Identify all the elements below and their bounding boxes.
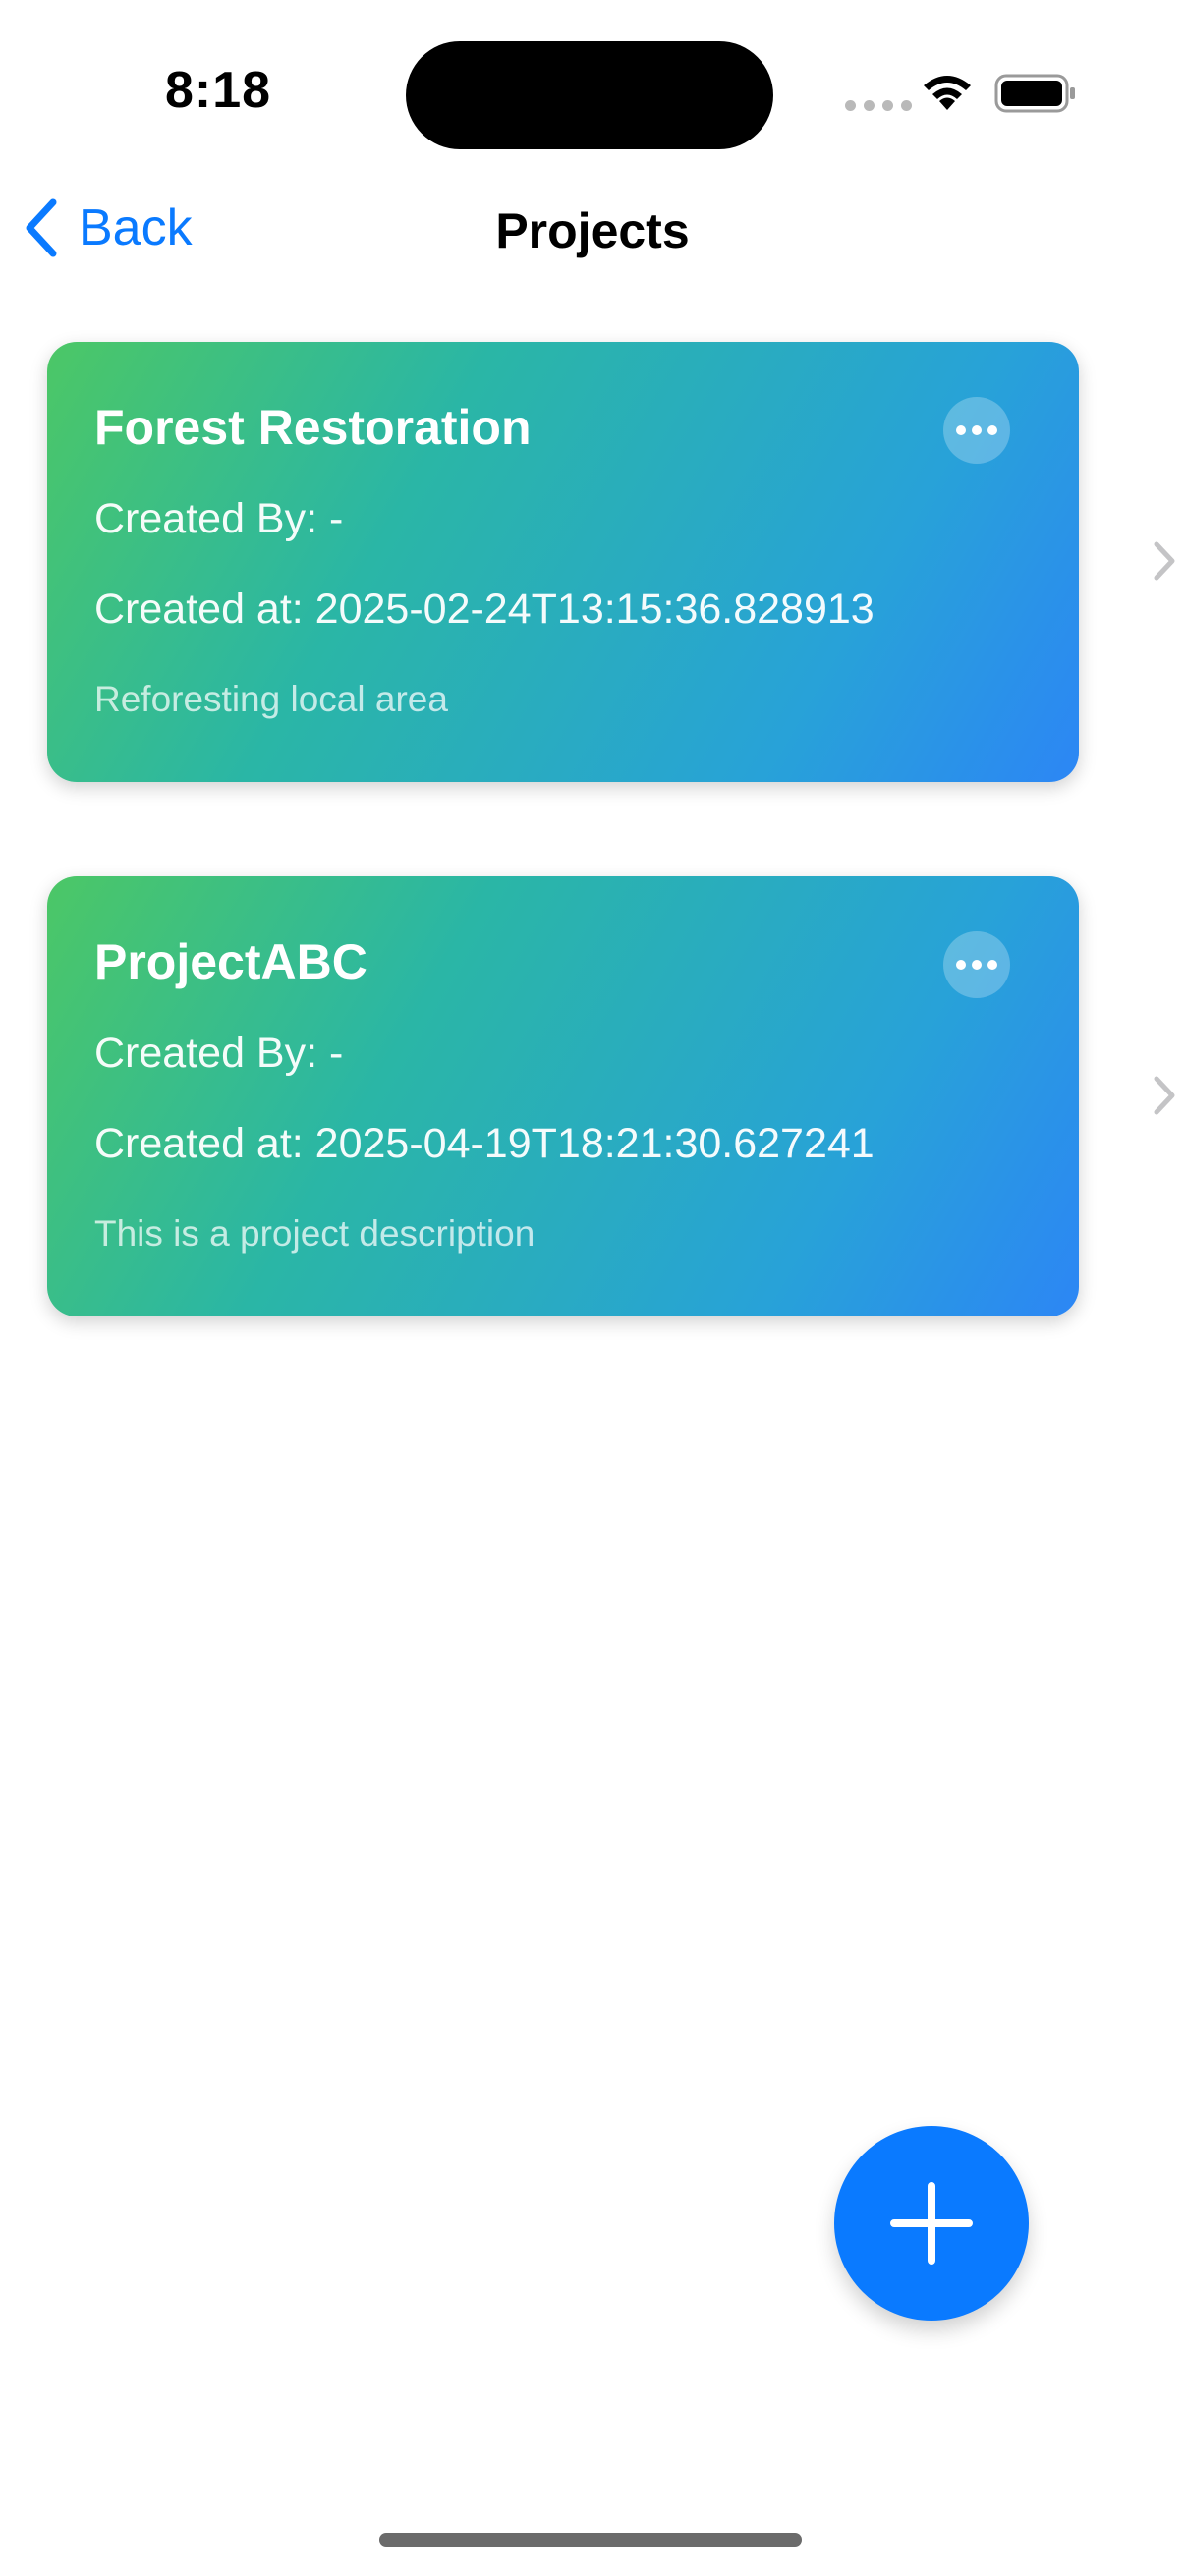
project-description: This is a project description <box>94 1213 536 1254</box>
add-project-button[interactable] <box>834 2126 1029 2321</box>
more-options-button[interactable] <box>943 397 1010 464</box>
more-options-button[interactable] <box>943 931 1010 998</box>
status-time: 8:18 <box>165 62 272 119</box>
project-created-by: Created By: - <box>94 495 344 542</box>
chevron-right-icon[interactable] <box>1152 1075 1177 1116</box>
project-description: Reforesting local area <box>94 679 448 719</box>
project-card[interactable]: Forest Restoration Created By: - Created… <box>47 342 1079 782</box>
project-created-at: Created at: 2025-02-24T13:15:36.828913 <box>94 586 875 633</box>
chevron-right-icon[interactable] <box>1152 540 1177 582</box>
cellular-signal-icon <box>845 100 912 111</box>
wifi-icon <box>924 76 971 110</box>
page-title: Projects <box>495 203 690 258</box>
ellipsis-icon <box>956 960 966 970</box>
project-created-at: Created at: 2025-04-19T18:21:30.627241 <box>94 1120 875 1167</box>
battery-icon <box>994 74 1075 113</box>
project-name: Forest Restoration <box>94 400 532 455</box>
home-indicator[interactable] <box>379 2533 802 2547</box>
dynamic-island <box>406 41 773 149</box>
project-created-by: Created By: - <box>94 1030 344 1077</box>
project-card[interactable]: ProjectABC Created By: - Created at: 202… <box>47 876 1079 1316</box>
project-name: ProjectABC <box>94 934 367 989</box>
ellipsis-icon <box>956 425 966 435</box>
plus-icon <box>890 2182 973 2265</box>
